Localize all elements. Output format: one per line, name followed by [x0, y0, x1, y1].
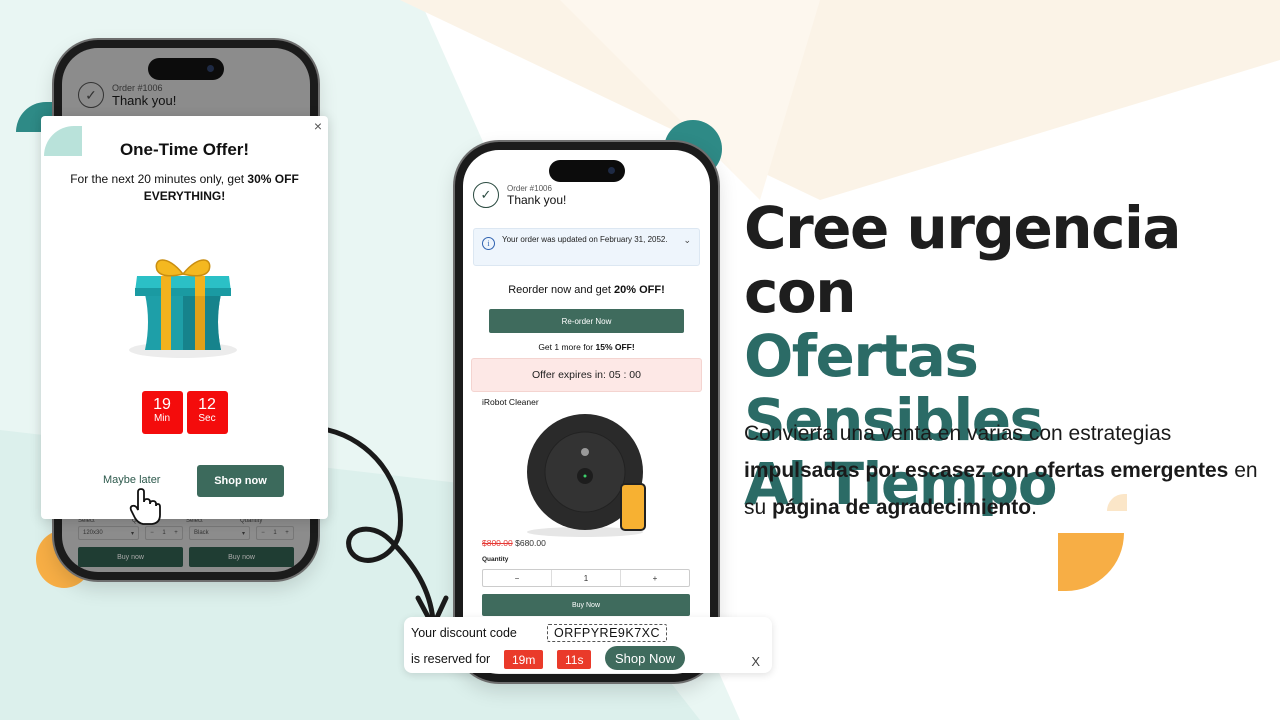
discount-code-bar: Your discount code ORFPYRE9K7XC is reser… [404, 617, 772, 673]
increase-button[interactable]: + [621, 570, 689, 586]
close-icon[interactable]: × [314, 118, 322, 134]
subheadline: Convierta una venta en varias con estrat… [744, 422, 1258, 519]
timer-minutes: 19 Min [141, 391, 183, 434]
close-icon[interactable]: X [751, 654, 760, 669]
popup-title: One-Time Offer! [119, 140, 250, 159]
quantity-stepper: − 1 + [482, 569, 690, 587]
order-header: ✓ Order #1006 Thank you! [78, 82, 176, 108]
chevron-down-icon[interactable]: ⌄ [683, 235, 691, 246]
quantity-stepper[interactable]: −1 + [145, 526, 183, 540]
product-name: iRobot Cleaner [482, 397, 539, 407]
camera-icon [207, 65, 214, 72]
quantity-stepper[interactable]: −1 + [256, 526, 294, 540]
dynamic-island [148, 58, 224, 80]
maybe-later-link[interactable]: Maybe later [103, 474, 160, 486]
headline-line-1: Cree urgencia con [744, 194, 1181, 326]
order-number: Order #1006 [507, 183, 552, 193]
order-update-banner[interactable]: i Your order was updated on February 31,… [473, 228, 700, 266]
reserved-seconds: 11s [557, 650, 592, 669]
sale-price: $680.00 [515, 538, 546, 548]
discount-code[interactable]: ORFPYRE9K7XC [547, 624, 668, 642]
one-time-offer-popup: × One-Time Offer! For the next 20 minute… [41, 116, 328, 525]
buy-now-button[interactable]: Buy now [189, 547, 294, 567]
get-more-offer-text: Get 1 more for 15% OFF! [538, 342, 635, 352]
thank-you-title: Thank you! [112, 92, 177, 108]
decrease-button[interactable]: − [483, 570, 552, 586]
discount-label: Your discount code [411, 626, 517, 640]
camera-icon [607, 167, 615, 174]
shop-now-button[interactable]: Shop now [197, 465, 284, 497]
check-circle-icon: ✓ [473, 182, 499, 208]
reserved-label: is reserved for [411, 652, 491, 666]
quantity-label: Quantity [482, 556, 509, 563]
dynamic-island [548, 160, 625, 182]
order-header: ✓ Order #1006 Thank you! [473, 182, 566, 208]
hand-pointer-cursor-icon [129, 488, 161, 525]
check-circle-icon: ✓ [78, 82, 104, 108]
size-select[interactable]: 120x30 ▾ [78, 526, 139, 540]
original-price: $800.00 [482, 538, 513, 548]
reorder-now-button[interactable]: Re-order Now [489, 309, 684, 333]
gift-box-icon [129, 259, 237, 358]
countdown-timer: 19 Min 12 Sec [41, 391, 328, 434]
reorder-offer-text: Reorder now and get 20% OFF! [508, 284, 665, 296]
info-icon: i [482, 237, 495, 250]
curved-arrow-icon [325, 427, 449, 629]
robot-vacuum-image [527, 414, 646, 537]
thank-you-title: Thank you! [507, 192, 567, 207]
color-select[interactable]: Black ▾ [189, 526, 250, 540]
reserved-minutes: 19m [504, 650, 544, 669]
popup-description: For the next 20 minutes only, get 30% OF… [70, 172, 299, 203]
product-price: $800.00 $680.00 [482, 538, 546, 548]
order-update-text: Your order was updated on February 31, 2… [502, 235, 668, 244]
caret-down-icon: ▾ [130, 531, 134, 537]
order-number: Order #1006 [112, 82, 163, 93]
buy-now-button[interactable]: Buy Now [482, 594, 690, 616]
quantity-input[interactable]: 1 [552, 570, 621, 586]
middle-phone-mockup: ✓ Order #1006 Thank you! i Your order wa… [455, 142, 718, 682]
middle-phone-screen: ✓ Order #1006 Thank you! i Your order wa… [463, 150, 710, 674]
caret-down-icon: ▾ [241, 531, 245, 537]
timer-seconds: 12 Sec [186, 391, 228, 434]
shop-now-button[interactable]: Shop Now [605, 646, 685, 670]
offer-expiry-banner: Offer expires in: 05 : 00 [471, 358, 702, 392]
buy-now-button[interactable]: Buy now [78, 547, 183, 567]
product-options: Select Quantity Select Quantity 120x30▾ … [78, 518, 294, 567]
